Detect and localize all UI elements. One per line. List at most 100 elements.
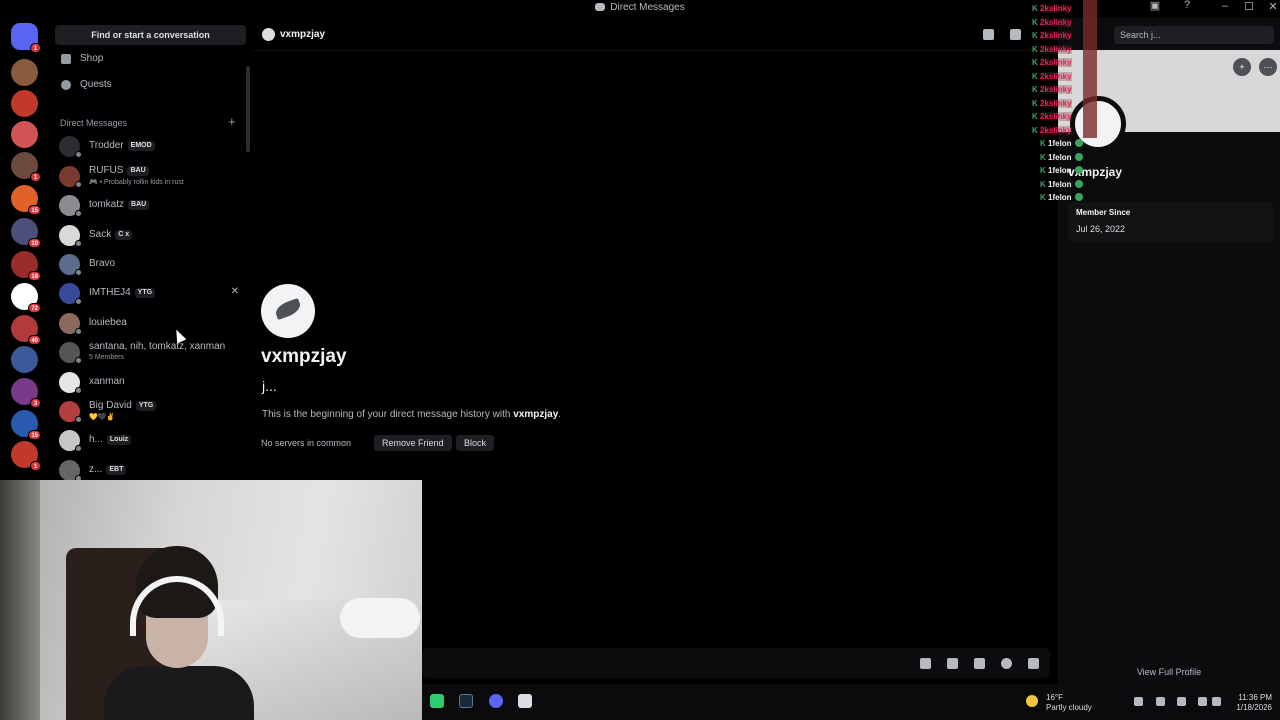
status-indicator bbox=[75, 181, 82, 188]
server-tag: YTG bbox=[134, 288, 156, 298]
k-icon: K bbox=[1032, 17, 1038, 27]
profile-name: vxmpzjay bbox=[261, 346, 347, 367]
k-icon: K bbox=[1032, 85, 1038, 94]
steam-icon[interactable] bbox=[459, 694, 473, 708]
dm-item[interactable]: louiebea bbox=[55, 309, 245, 337]
dm-name: xanman bbox=[89, 376, 125, 387]
create-dm-button[interactable]: + bbox=[228, 114, 236, 129]
minimize-button[interactable]: – bbox=[1214, 0, 1236, 16]
check-icon bbox=[1074, 139, 1083, 147]
nav-shop[interactable]: Shop bbox=[55, 48, 245, 70]
k-icon: K bbox=[1032, 44, 1038, 54]
sidebar-scrollbar[interactable] bbox=[246, 66, 250, 152]
more-options-icon[interactable]: ··· bbox=[1259, 58, 1277, 76]
server-icon[interactable]: 3 bbox=[11, 378, 41, 408]
search-input[interactable]: Search j... bbox=[1114, 26, 1274, 44]
server-icon[interactable]: 72 bbox=[11, 283, 41, 313]
dm-item[interactable]: h... Louiz bbox=[55, 426, 245, 454]
k-icon: K bbox=[1040, 139, 1046, 148]
chevron-up-icon[interactable] bbox=[1134, 697, 1143, 706]
server-icon[interactable] bbox=[11, 59, 38, 86]
wifi-icon[interactable] bbox=[1212, 697, 1221, 706]
k-icon: K bbox=[1032, 31, 1038, 40]
dm-item[interactable]: Bravo bbox=[55, 250, 245, 278]
unread-badge: 3 bbox=[30, 398, 41, 408]
k-icon: K bbox=[1040, 193, 1046, 202]
stream-chat-overlay: K 2kslinky K 2kslinky K 2kslinky K 2kslinky K 2ks… bbox=[1032, 4, 1100, 210]
gift-icon[interactable] bbox=[920, 658, 931, 669]
status-indicator bbox=[75, 387, 82, 394]
add-friend-icon[interactable]: + bbox=[1233, 58, 1251, 76]
clock[interactable]: 11:36 PM 1/18/2026 bbox=[1222, 693, 1272, 713]
gif-icon[interactable] bbox=[947, 658, 958, 669]
overlay-chat-row: K 2kslinky bbox=[1032, 31, 1072, 40]
status-indicator bbox=[75, 357, 82, 364]
close-dm-icon[interactable]: ✕ bbox=[231, 286, 239, 297]
check-icon bbox=[1074, 179, 1083, 188]
shop-icon bbox=[61, 54, 71, 64]
overlay-chat-row: K 2kslinky bbox=[1032, 85, 1072, 94]
emoji-icon[interactable] bbox=[1001, 658, 1012, 669]
dm-item[interactable]: Big David YTG 💛🖤✌ bbox=[55, 397, 245, 425]
overlay-chat-row: K 2kslinky bbox=[1032, 4, 1072, 13]
server-tag: EMOD bbox=[127, 141, 155, 151]
dm-name: tomkatz BAU bbox=[89, 199, 150, 210]
discord-taskbar-icon[interactable] bbox=[489, 694, 503, 708]
dm-item[interactable]: RUFUS BAU 🎮 • Probably rollin kids in rust bbox=[55, 162, 245, 190]
inbox-icon[interactable]: ▣ bbox=[1144, 0, 1166, 15]
vrc-icon[interactable] bbox=[518, 694, 532, 708]
tray-app-icon[interactable] bbox=[1156, 697, 1165, 706]
video-call-icon[interactable] bbox=[1010, 29, 1021, 40]
check-icon bbox=[1074, 152, 1083, 161]
server-icon[interactable]: 1 bbox=[11, 23, 41, 53]
k-icon: K bbox=[1032, 112, 1038, 121]
header-avatar bbox=[262, 28, 275, 41]
dm-name: Trodder EMOD bbox=[89, 140, 155, 151]
unread-badge: 10 bbox=[28, 238, 41, 248]
unread-badge: 40 bbox=[28, 335, 41, 345]
dm-item[interactable]: Trodder EMOD bbox=[55, 132, 245, 160]
mic-icon[interactable] bbox=[1177, 697, 1186, 706]
overlay-chat-row: K 2kslinky bbox=[1032, 98, 1072, 108]
server-icon[interactable] bbox=[11, 346, 38, 373]
server-icon[interactable] bbox=[11, 121, 38, 148]
dm-sidebar: Find or start a conversation Shop Quests… bbox=[50, 18, 253, 482]
dm-item[interactable]: tomkatz BAU bbox=[55, 191, 245, 219]
overlay-chat-row: K 1felon bbox=[1040, 179, 1083, 193]
nav-quests[interactable]: Quests bbox=[55, 74, 245, 96]
help-icon[interactable]: ? bbox=[1176, 0, 1198, 15]
close-window-button[interactable]: ✕ bbox=[1262, 0, 1280, 16]
server-icon[interactable]: 18 bbox=[11, 251, 41, 281]
overlay-chat-row: K 1felon bbox=[1040, 166, 1083, 179]
view-full-profile-link[interactable]: View Full Profile bbox=[1058, 667, 1280, 677]
dm-item[interactable]: xanman bbox=[55, 368, 245, 396]
find-conversation-button[interactable]: Find or start a conversation bbox=[55, 25, 246, 45]
server-icon[interactable]: 15 bbox=[11, 185, 41, 215]
maximize-button[interactable]: ☐ bbox=[1238, 0, 1260, 16]
server-icon[interactable]: 15 bbox=[11, 410, 41, 440]
remove-friend-button[interactable]: Remove Friend bbox=[374, 435, 452, 451]
dm-item[interactable]: Sack C x bbox=[55, 221, 245, 249]
unread-badge: 15 bbox=[28, 430, 41, 440]
server-icon[interactable] bbox=[11, 90, 38, 117]
app-icon[interactable] bbox=[430, 694, 444, 708]
dm-item[interactable]: IMTHEJ4 YTG ✕ bbox=[55, 279, 245, 307]
server-icon[interactable]: 10 bbox=[11, 218, 41, 248]
block-button[interactable]: Block bbox=[456, 435, 495, 451]
overlay-chat-row: K 2kslinky bbox=[1032, 112, 1072, 121]
apps-icon[interactable] bbox=[1028, 658, 1039, 669]
volume-icon[interactable] bbox=[1198, 697, 1207, 706]
message-composer[interactable] bbox=[422, 648, 1050, 678]
dm-item[interactable]: santana, nih, tomkatz, xanman 5 Members bbox=[55, 338, 245, 366]
dm-name: RUFUS BAU bbox=[89, 165, 149, 176]
overlay-chat-row: K 2kslinky bbox=[1032, 125, 1072, 135]
server-icon[interactable]: 1 bbox=[11, 441, 41, 471]
server-icon[interactable]: 40 bbox=[11, 315, 41, 345]
dm-name: Sack C x bbox=[89, 229, 133, 240]
sticker-icon[interactable] bbox=[974, 658, 985, 669]
voice-call-icon[interactable] bbox=[983, 29, 994, 40]
server-icon[interactable]: 1 bbox=[11, 152, 41, 182]
status-indicator bbox=[75, 298, 82, 305]
server-rail: 1 1 15 10 18 72 40 3 15 1 bbox=[0, 18, 50, 480]
weather-widget[interactable]: 16°F Partly cloudy bbox=[1046, 693, 1092, 713]
